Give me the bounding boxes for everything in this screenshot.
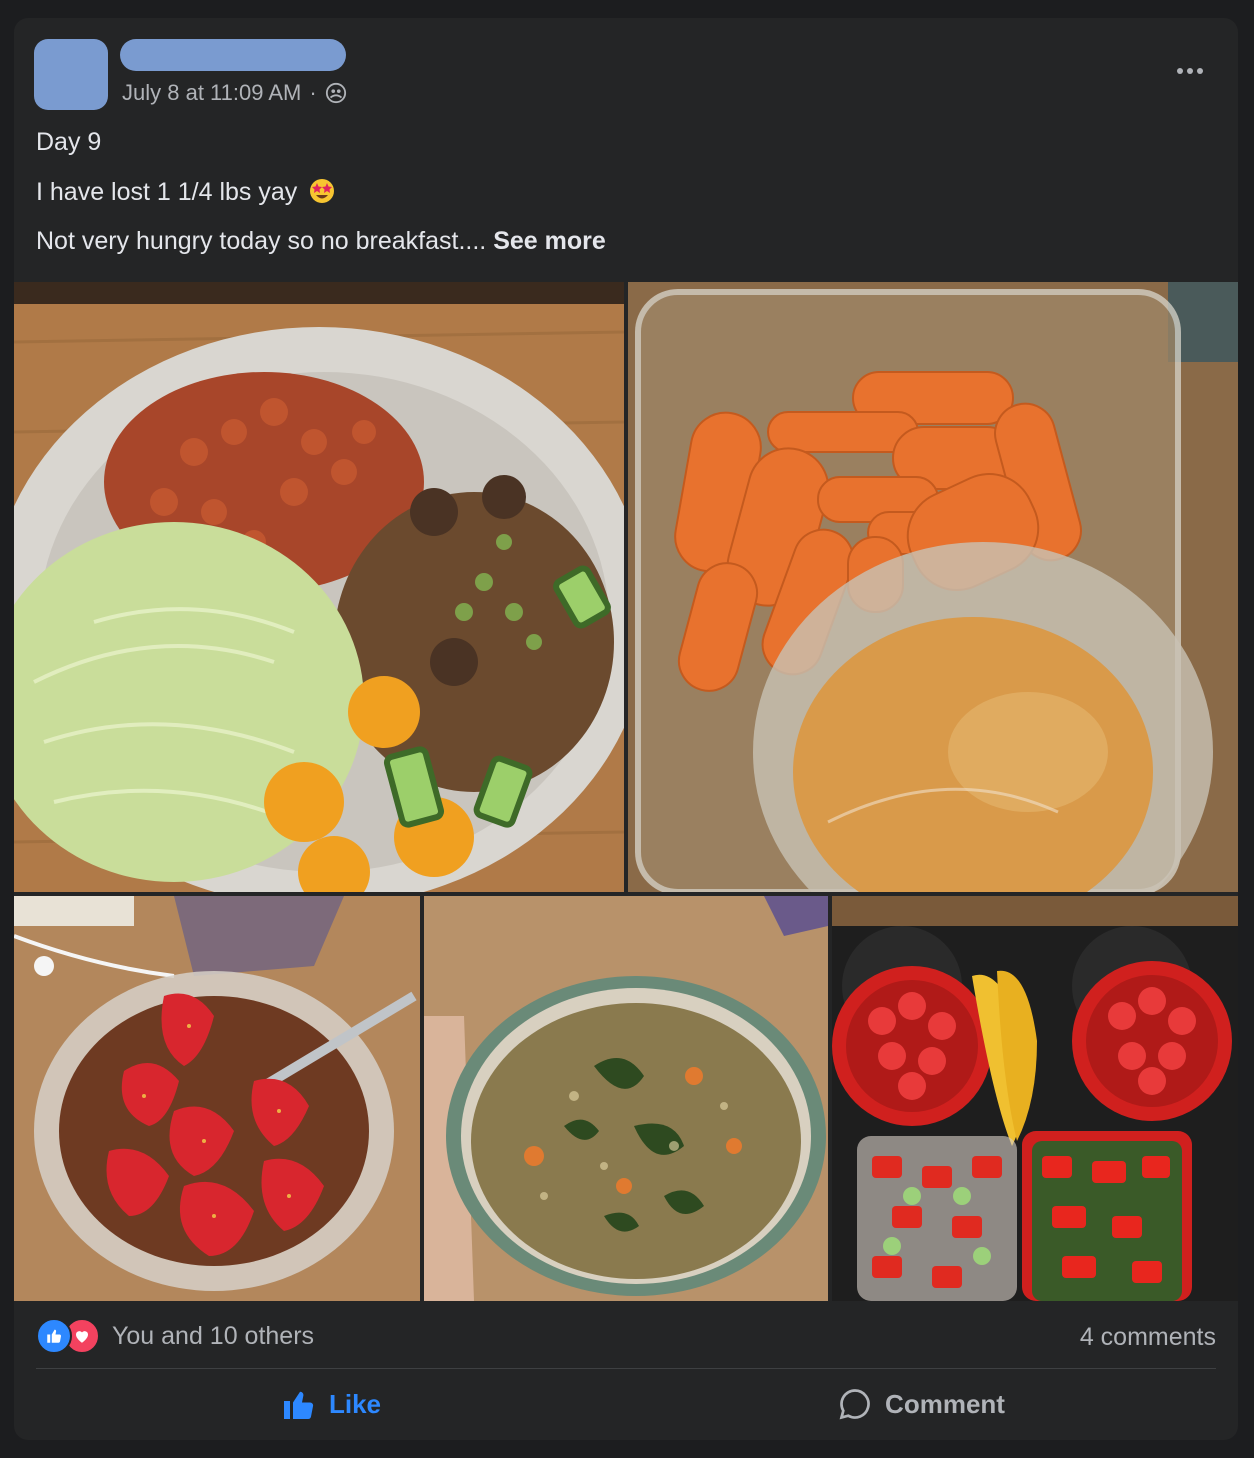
see-more-link[interactable]: See more	[493, 227, 606, 255]
star-struck-emoji-icon	[310, 179, 335, 203]
reactions-text[interactable]: You and 10 others	[112, 1322, 314, 1351]
post-meta: July 8 at 11:09 AM ·	[122, 80, 347, 106]
reactions-summary[interactable]: You and 10 others	[36, 1318, 314, 1354]
post-card: July 8 at 11:09 AM · Day 9 I have lost 1…	[14, 18, 1238, 1440]
avatar[interactable]	[34, 39, 108, 110]
dot-icon	[1197, 68, 1203, 74]
comment-bubble-icon	[839, 1389, 870, 1420]
like-label: Like	[328, 1388, 382, 1419]
dot-icon	[1177, 68, 1183, 74]
like-reaction-icon	[36, 1318, 72, 1354]
dot-icon	[1187, 68, 1193, 74]
post-text-lost: I have lost 1 1/4 lbs yay	[36, 177, 336, 207]
meta-separator: ·	[309, 80, 317, 105]
footer-divider	[36, 1368, 1216, 1369]
meal-prep-containers-photo[interactable]	[832, 896, 1238, 1301]
post-text-hungry: Not very hungry today so no breakfast...…	[36, 227, 606, 256]
post-text-hungry-label: Not very hungry today so no breakfast...…	[36, 227, 494, 255]
carrots-hummus-photo[interactable]	[628, 282, 1238, 892]
like-button[interactable]: Like	[36, 1376, 626, 1432]
more-options-button[interactable]	[1170, 56, 1210, 86]
thumbs-up-icon	[283, 1391, 314, 1420]
chickpea-salad-bowl-photo[interactable]	[14, 282, 624, 892]
post-timestamp[interactable]: July 8 at 11:09 AM	[122, 80, 301, 106]
post-text-lost-label: I have lost 1 1/4 lbs yay	[36, 178, 298, 206]
comment-button[interactable]: Comment	[626, 1376, 1216, 1432]
comment-label: Comment	[885, 1388, 1005, 1419]
friends-icon[interactable]	[325, 82, 347, 104]
strawberries-yogurt-photo[interactable]	[14, 896, 420, 1301]
author-name-redacted[interactable]	[120, 39, 346, 71]
post-text-day: Day 9	[36, 128, 102, 156]
lentil-soup-photo[interactable]	[424, 896, 828, 1301]
comments-count[interactable]: 4 comments	[1080, 1323, 1216, 1352]
